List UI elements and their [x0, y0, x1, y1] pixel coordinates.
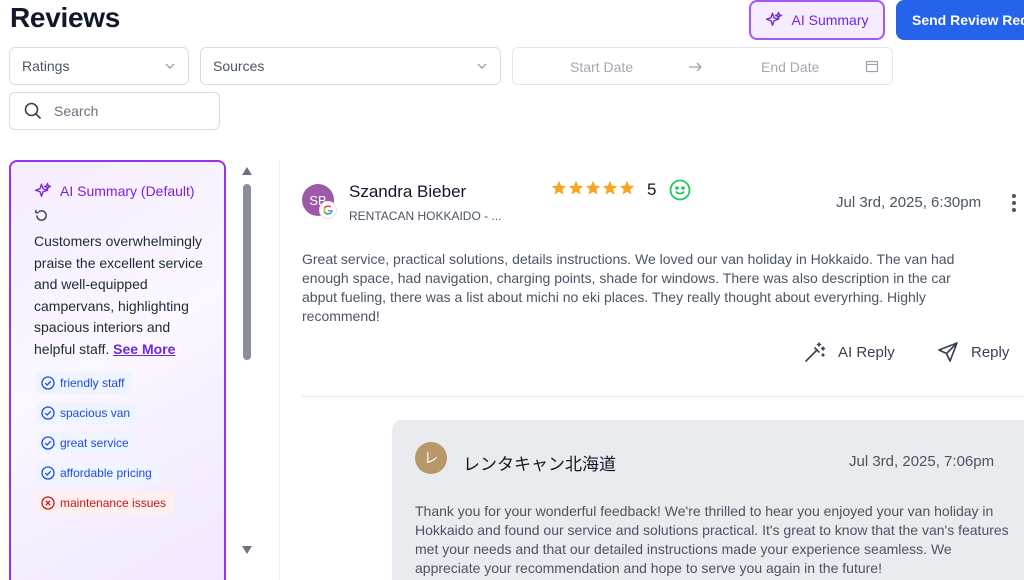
- review-source: RENTACAN HOKKAIDO - ...: [349, 209, 502, 223]
- owner-reply-card: レ レンタキャン北海道 Jul 3rd, 2025, 7:06pm Thank …: [392, 420, 1024, 580]
- star-icon: [602, 180, 618, 195]
- summary-header: AI Summary (Default): [34, 182, 208, 200]
- summary-text: Customers overwhelmingly praise the exce…: [34, 231, 208, 360]
- review-date: Jul 3rd, 2025, 6:30pm: [836, 194, 982, 211]
- reply-label: Reply: [971, 343, 1010, 361]
- send-review-request-button[interactable]: Send Review Requ: [896, 0, 1024, 40]
- date-range-picker[interactable]: Start Date End Date: [512, 47, 893, 85]
- reply-button[interactable]: Reply: [937, 341, 1009, 363]
- summary-title: AI Summary (Default): [60, 183, 195, 199]
- sources-select-value: Sources: [213, 58, 265, 74]
- x-circle-icon: [41, 496, 55, 510]
- star-icon: [585, 180, 601, 195]
- tag-label: affordable pricing: [60, 466, 152, 480]
- ai-reply-button[interactable]: AI Reply: [804, 341, 895, 363]
- reply-avatar: レ: [415, 442, 447, 474]
- end-date-input[interactable]: End Date: [761, 59, 819, 75]
- summary-body: Customers overwhelmingly praise the exce…: [34, 233, 203, 357]
- reviewer-name: Szandra Bieber: [349, 182, 467, 201]
- google-icon: [320, 202, 336, 218]
- star-icon: [619, 180, 635, 195]
- ai-summary-card: AI Summary (Default) Customers overwhelm…: [9, 160, 226, 580]
- smiley-icon: [669, 179, 691, 201]
- check-circle-icon: [41, 436, 55, 450]
- tag-label: friendly staff: [60, 376, 125, 390]
- ai-reply-label: AI Reply: [838, 343, 895, 361]
- more-options-icon[interactable]: [1009, 192, 1019, 214]
- tag-label: great service: [60, 436, 129, 450]
- review-divider: [302, 396, 1024, 397]
- tag-affordable-pricing[interactable]: affordable pricing: [36, 462, 160, 484]
- summary-tags: friendly staff spacious van great servic…: [36, 372, 208, 514]
- rating-value: 5: [647, 180, 657, 199]
- calendar-icon[interactable]: [865, 59, 879, 73]
- chevron-down-icon: [477, 63, 487, 69]
- reply-date: Jul 3rd, 2025, 7:06pm: [849, 453, 995, 470]
- ratings-select-value: Ratings: [22, 58, 70, 74]
- tag-maintenance-issues[interactable]: maintenance issues: [36, 492, 175, 514]
- chevron-down-icon: [165, 63, 175, 69]
- ai-summary-button-label: AI Summary: [791, 12, 869, 28]
- reply-author-name: レンタキャン北海道: [463, 455, 616, 474]
- star-icon: [551, 180, 567, 195]
- star-rating: [551, 180, 635, 196]
- tag-friendly-staff[interactable]: friendly staff: [36, 372, 133, 394]
- scrollbar-thumb[interactable]: [243, 184, 251, 360]
- star-icon: [568, 180, 584, 195]
- tag-great-service[interactable]: great service: [36, 432, 137, 454]
- summary-scrollbar[interactable]: [241, 160, 255, 560]
- scroll-up-arrow-icon[interactable]: [242, 167, 252, 175]
- magic-wand-icon: [805, 342, 826, 362]
- send-icon: [938, 342, 958, 362]
- ratings-select[interactable]: Ratings: [9, 47, 189, 85]
- send-review-request-label: Send Review Requ: [912, 12, 1024, 28]
- page-title: Reviews: [10, 2, 120, 33]
- sparkles-icon: [766, 11, 783, 26]
- check-circle-icon: [41, 406, 55, 420]
- arrow-right-icon: [689, 62, 702, 72]
- search-input[interactable]: [54, 103, 194, 119]
- sparkles-icon: [34, 182, 52, 197]
- start-date-input[interactable]: Start Date: [570, 59, 633, 75]
- review-text: Great service, practical solutions, deta…: [302, 251, 955, 324]
- see-more-link[interactable]: See More: [113, 341, 175, 357]
- refresh-icon[interactable]: [34, 208, 49, 223]
- check-circle-icon: [41, 376, 55, 390]
- check-circle-icon: [41, 466, 55, 480]
- ai-summary-button[interactable]: AI Summary: [749, 0, 885, 40]
- sources-select[interactable]: Sources: [200, 47, 501, 85]
- scroll-down-arrow-icon[interactable]: [242, 546, 252, 554]
- search-box[interactable]: [9, 92, 220, 130]
- tag-label: spacious van: [60, 406, 131, 420]
- search-icon: [24, 102, 42, 120]
- reply-text: Thank you for your wonderful feedback! W…: [415, 503, 1009, 576]
- tag-spacious-van[interactable]: spacious van: [36, 402, 139, 424]
- tag-label: maintenance issues: [60, 496, 167, 510]
- panel-divider: [279, 160, 280, 580]
